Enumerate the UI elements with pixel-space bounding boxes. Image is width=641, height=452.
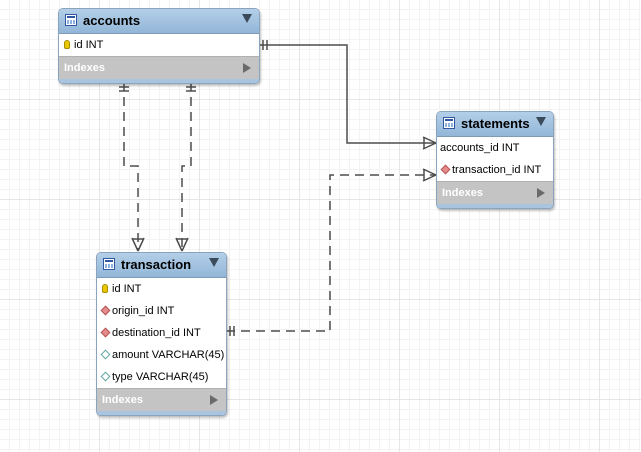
table-footer — [97, 411, 226, 415]
column-label: transaction_id INT — [452, 164, 542, 176]
column-label: type VARCHAR(45) — [112, 371, 209, 383]
column-row[interactable]: type VARCHAR(45) — [97, 366, 226, 388]
foreign-key-icon — [100, 305, 111, 316]
indexes-section[interactable]: Indexes — [97, 388, 226, 411]
table-accounts[interactable]: accounts id INT Indexes — [58, 8, 260, 84]
table-name: accounts — [83, 13, 141, 28]
relationship-transaction-statements[interactable] — [226, 168, 437, 336]
table-name: statements — [461, 116, 530, 131]
collapse-caret-icon[interactable] — [242, 14, 252, 23]
table-footer — [437, 204, 553, 208]
attribute-icon — [100, 349, 111, 360]
column-row[interactable]: accounts_id INT — [437, 137, 553, 159]
column-row[interactable]: amount VARCHAR(45) — [97, 344, 226, 366]
table-icon — [443, 117, 455, 129]
column-label: amount VARCHAR(45) — [112, 349, 225, 361]
indexes-section[interactable]: Indexes — [59, 56, 259, 79]
expand-arrow-icon[interactable] — [210, 395, 218, 405]
column-label: destination_id INT — [112, 327, 201, 339]
indexes-label: Indexes — [64, 62, 105, 74]
column-row[interactable]: origin_id INT — [97, 300, 226, 322]
expand-arrow-icon[interactable] — [537, 188, 545, 198]
indexes-label: Indexes — [442, 187, 483, 199]
primary-key-icon — [64, 40, 70, 49]
column-row[interactable]: id INT — [59, 34, 259, 56]
column-row[interactable]: transaction_id INT — [437, 159, 553, 181]
column-label: accounts_id INT — [440, 142, 520, 154]
attribute-icon — [100, 371, 111, 382]
relationship-accounts-transaction-destination[interactable] — [175, 82, 196, 252]
table-name: transaction — [121, 257, 192, 272]
table-icon — [103, 258, 115, 270]
column-label: id INT — [74, 39, 104, 51]
table-header[interactable]: statements — [437, 112, 553, 137]
relationship-accounts-statements[interactable] — [259, 40, 437, 150]
table-icon — [65, 14, 77, 26]
table-header[interactable]: transaction — [97, 253, 226, 278]
indexes-label: Indexes — [102, 394, 143, 406]
table-footer — [59, 79, 259, 83]
table-statements[interactable]: statements accounts_id INT transaction_i… — [436, 111, 554, 209]
foreign-key-icon — [100, 327, 111, 338]
column-label: origin_id INT — [112, 305, 175, 317]
table-header[interactable]: accounts — [59, 9, 259, 34]
column-label: id INT — [112, 283, 142, 295]
primary-key-icon — [102, 284, 108, 293]
foreign-key-icon — [440, 164, 451, 175]
indexes-section[interactable]: Indexes — [437, 181, 553, 204]
relationship-accounts-transaction-origin[interactable] — [119, 82, 145, 252]
column-row[interactable]: id INT — [97, 278, 226, 300]
table-transaction[interactable]: transaction id INT origin_id INT destina… — [96, 252, 227, 416]
column-row[interactable]: destination_id INT — [97, 322, 226, 344]
expand-arrow-icon[interactable] — [243, 63, 251, 73]
collapse-caret-icon[interactable] — [536, 117, 546, 126]
collapse-caret-icon[interactable] — [209, 258, 219, 267]
